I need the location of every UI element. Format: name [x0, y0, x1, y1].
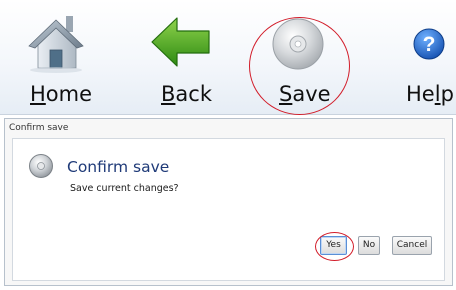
help-button[interactable]: ? Help	[396, 0, 456, 114]
home-icon	[28, 16, 84, 73]
dialog-title: Confirm save	[9, 123, 69, 133]
disc-icon	[29, 154, 53, 178]
dialog-message: Save current changes?	[70, 183, 179, 194]
cancel-button[interactable]: Cancel	[392, 236, 432, 255]
svg-text:?: ?	[423, 33, 436, 56]
back-button[interactable]: Back	[145, 0, 225, 114]
back-label: Back	[161, 82, 212, 106]
help-label: Help	[406, 82, 454, 106]
save-highlight-circle	[249, 17, 350, 115]
home-button[interactable]: Home	[18, 0, 98, 114]
help-icon: ?	[413, 28, 445, 60]
back-arrow-icon	[151, 17, 210, 67]
confirm-save-dialog: Confirm save Confirm save Save current c…	[4, 118, 453, 286]
home-label: Home	[30, 82, 93, 106]
toolbar: Home Back Save ? Help	[0, 0, 456, 115]
yes-highlight-circle	[315, 232, 354, 261]
no-button[interactable]: No	[358, 236, 380, 255]
dialog-heading: Confirm save	[67, 158, 170, 176]
